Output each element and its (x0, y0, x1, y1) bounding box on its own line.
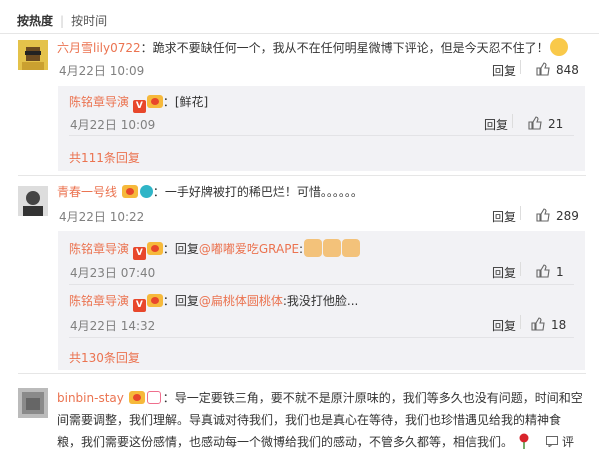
comment-text: ：一手好牌被打的稀巴烂！可惜。。。。。。 (152, 185, 363, 199)
avatar[interactable] (18, 186, 48, 216)
comment-user[interactable]: 六月雪lily0722 (57, 41, 141, 55)
member-badge-icon (121, 185, 138, 198)
comment-icon (546, 436, 558, 449)
reply-body: 陈铭章导演 V ：[鲜花] (69, 93, 208, 113)
verified-v-icon: V (132, 299, 146, 312)
sort-bar: 按热度 | 按时间 (17, 12, 107, 29)
verified-v-icon: V (132, 247, 146, 260)
reply-button[interactable]: 回复 (492, 208, 516, 225)
thumbs-up-icon (528, 116, 542, 130)
reply-time: 4月23日 07:40 (70, 266, 156, 280)
comment-button[interactable]: 评 (546, 433, 574, 450)
thumbs-up-emoji-icon (304, 239, 323, 257)
rose-icon (517, 433, 531, 449)
like-count: 289 (556, 209, 579, 223)
comment-time: 4月22日 10:22 (59, 210, 145, 224)
divider (69, 135, 574, 136)
avatar-image (18, 40, 48, 70)
like-count: 18 (551, 318, 567, 332)
comment-body: 六月雪lily0722：跪求不要缺任何一个，我从不在任何明星微博下评论，但是今天… (57, 38, 587, 57)
divider (18, 373, 586, 374)
member-badge-icon (146, 242, 163, 255)
more-replies-link[interactable]: 共130条回复 (69, 349, 140, 366)
member-badge-icon (146, 95, 163, 108)
sort-by-hot[interactable]: 按热度 (17, 14, 53, 28)
divider (0, 33, 599, 34)
reply-button[interactable]: 回复 (492, 62, 516, 79)
comment-body: 青春一号线 ：一手好牌被打的稀巴烂！可惜。。。。。。 (57, 183, 363, 201)
sort-by-time[interactable]: 按时间 (71, 14, 107, 28)
heart-badge-icon (146, 391, 161, 404)
avatar-image (18, 388, 48, 418)
action-divider (520, 262, 521, 276)
thumbs-up-icon (536, 264, 550, 278)
mention-link[interactable]: @扁桃体圆桃体 (199, 294, 283, 308)
sort-divider: | (60, 14, 65, 28)
reply-text: : (299, 242, 304, 256)
reply-text: ：[鲜花] (162, 95, 209, 109)
action-divider (512, 114, 513, 128)
reply-time: 4月22日 14:32 (70, 319, 156, 333)
comment-label: 评 (562, 435, 575, 449)
reply-body: 陈铭章导演 V ：回复@嘟嘟爱吃GRAPE: (69, 239, 361, 260)
comment-text-line: ：导一定要铁三角，要不就不是原汁原味的，我们等多久也没有问题，时间和空 (162, 391, 583, 405)
thumbs-up-icon (536, 208, 550, 222)
reply-time: 4月22日 10:09 (70, 118, 156, 132)
crying-emoji-icon (549, 38, 568, 56)
thumbs-up-emoji-icon (342, 239, 361, 257)
like-button[interactable]: 1 (536, 264, 564, 279)
reply-prefix: ：回复 (162, 294, 199, 308)
member-badge-icon (146, 294, 163, 307)
avatar-image (18, 186, 48, 216)
more-replies-link[interactable]: 共111条回复 (69, 149, 140, 166)
like-count: 848 (556, 63, 579, 77)
member-badge-icon (128, 391, 145, 404)
like-count: 1 (556, 265, 564, 279)
reply-button[interactable]: 回复 (492, 264, 516, 281)
reply-user[interactable]: 陈铭章导演 (69, 294, 129, 308)
like-count: 21 (548, 117, 564, 131)
verified-v-icon: V (132, 100, 146, 113)
like-button[interactable]: 18 (531, 317, 566, 332)
comment-user[interactable]: binbin-stay (57, 391, 124, 405)
divider (69, 337, 574, 338)
like-button[interactable]: 848 (536, 62, 579, 77)
like-button[interactable]: 21 (528, 116, 563, 131)
divider (18, 175, 586, 176)
thumbs-up-icon (531, 317, 545, 331)
thumbs-up-emoji-icon (323, 239, 342, 257)
comment-time: 4月22日 10:09 (59, 64, 145, 78)
action-divider (520, 315, 521, 329)
comment-text-line: 粮，我们需要这份感情，也感动每一个微博给我们的感动，不管多久都等，相信我们。 (57, 435, 514, 449)
comment-text: ：跪求不要缺任何一个，我从不在任何明星微博下评论，但是今天忍不住了！ (140, 41, 549, 55)
avatar[interactable] (18, 388, 48, 418)
action-divider (520, 206, 521, 220)
mention-link[interactable]: @嘟嘟爱吃GRAPE (199, 242, 299, 256)
action-divider (520, 60, 521, 74)
divider (69, 284, 574, 285)
reply-prefix: ：回复 (162, 242, 199, 256)
comment-user[interactable]: 青春一号线 (57, 185, 117, 199)
like-button[interactable]: 289 (536, 208, 579, 223)
camera-badge-icon (139, 185, 153, 198)
comment-body: binbin-stay ：导一定要铁三角，要不就不是原汁原味的，我们等多久也没有… (57, 387, 587, 453)
reply-button[interactable]: 回复 (492, 317, 516, 334)
reply-button[interactable]: 回复 (484, 116, 508, 133)
reply-user[interactable]: 陈铭章导演 (69, 242, 129, 256)
reply-text: :我没打他脸... (282, 294, 359, 308)
reply-body: 陈铭章导演 V ：回复@扁桃体圆桃体:我没打他脸... (69, 292, 358, 312)
reply-user[interactable]: 陈铭章导演 (69, 95, 129, 109)
comment-text-line: 间需要调整，我们理解。导真诚对待我们，我们也是真心在等待，我们也珍惜遇见给我的精… (57, 413, 562, 427)
avatar[interactable] (18, 40, 48, 70)
thumbs-up-icon (536, 62, 550, 76)
